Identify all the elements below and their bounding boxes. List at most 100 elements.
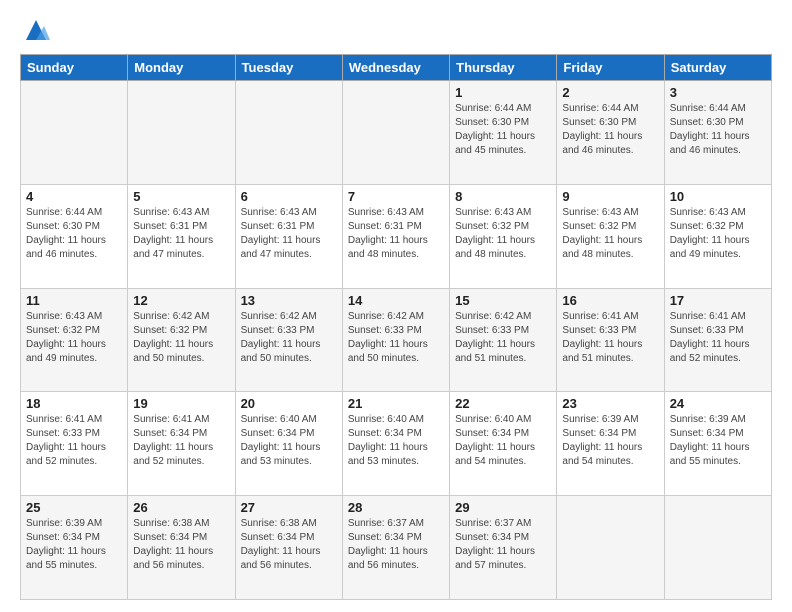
week-row-0: 1 Sunrise: 6:44 AM Sunset: 6:30 PM Daylig… — [21, 81, 772, 185]
day-header-friday: Friday — [557, 55, 664, 81]
day-number: 9 — [562, 189, 658, 204]
day-number: 25 — [26, 500, 122, 515]
day-info: Sunrise: 6:39 AM Sunset: 6:34 PM Dayligh… — [562, 413, 658, 469]
calendar-header: SundayMondayTuesdayWednesdayThursdayFrid… — [21, 55, 772, 81]
day-number: 28 — [348, 500, 444, 515]
week-row-3: 18Sunrise: 6:41 AM Sunset: 6:33 PM Dayli… — [21, 392, 772, 496]
day-number: 5 — [133, 189, 229, 204]
day-info: Sunrise: 6:41 AM Sunset: 6:33 PM Dayligh… — [562, 310, 658, 366]
calendar-cell — [235, 81, 342, 185]
page: SundayMondayTuesdayWednesdayThursdayFrid… — [0, 0, 792, 612]
week-row-1: 4Sunrise: 6:44 AM Sunset: 6:30 PM Daylig… — [21, 184, 772, 288]
day-header-sunday: Sunday — [21, 55, 128, 81]
calendar-cell — [21, 81, 128, 185]
day-number: 10 — [670, 189, 766, 204]
calendar-cell: 9Sunrise: 6:43 AM Sunset: 6:32 PM Daylig… — [557, 184, 664, 288]
day-number: 6 — [241, 189, 337, 204]
day-info: Sunrise: 6:42 AM Sunset: 6:33 PM Dayligh… — [348, 310, 444, 366]
day-info: Sunrise: 6:43 AM Sunset: 6:31 PM Dayligh… — [241, 206, 337, 262]
day-info: Sunrise: 6:44 AM Sunset: 6:30 PM Dayligh… — [670, 102, 766, 158]
calendar-cell: 24 Sunrise: 6:39 AM Sunset: 6:34 PM Dayli… — [664, 392, 771, 496]
day-info: Sunrise: 6:40 AM Sunset: 6:34 PM Dayligh… — [348, 413, 444, 469]
day-info: Sunrise: 6:43 AM Sunset: 6:32 PM Dayligh… — [670, 206, 766, 262]
day-number: 20 — [241, 396, 337, 411]
calendar-cell: 1Sunrise: 6:44 AM Sunset: 6:30 PM Daylig… — [450, 81, 557, 185]
calendar-cell: 27 Sunrise: 6:38 AM Sunset: 6:34 PM Dayli… — [235, 496, 342, 600]
day-info: Sunrise: 6:43 AM Sunset: 6:32 PM Dayligh… — [455, 206, 551, 262]
day-info: Sunrise: 6:40 AM Sunset: 6:34 PM Dayligh… — [455, 413, 551, 469]
calendar-cell: 29 Sunrise: 6:37 AM Sunset: 6:34 PM Dayli… — [450, 496, 557, 600]
week-row-2: 11Sunrise: 6:43 AM Sunset: 6:32 PM Dayli… — [21, 288, 772, 392]
calendar-cell: 2 Sunrise: 6:44 AM Sunset: 6:30 PM Daylig… — [557, 81, 664, 185]
day-info: Sunrise: 6:39 AM Sunset: 6:34 PM Dayligh… — [670, 413, 766, 469]
calendar-cell — [128, 81, 235, 185]
day-info: Sunrise: 6:38 AM Sunset: 6:34 PM Dayligh… — [241, 517, 337, 573]
day-info: Sunrise: 6:37 AM Sunset: 6:34 PM Dayligh… — [348, 517, 444, 573]
day-number: 13 — [241, 293, 337, 308]
calendar-cell: 16 Sunrise: 6:41 AM Sunset: 6:33 PM Dayli… — [557, 288, 664, 392]
calendar-cell: 11Sunrise: 6:43 AM Sunset: 6:32 PM Dayli… — [21, 288, 128, 392]
day-info: Sunrise: 6:44 AM Sunset: 6:30 PM Dayligh… — [26, 206, 122, 262]
calendar-cell: 22 Sunrise: 6:40 AM Sunset: 6:34 PM Dayli… — [450, 392, 557, 496]
day-number: 8 — [455, 189, 551, 204]
day-info: Sunrise: 6:37 AM Sunset: 6:34 PM Dayligh… — [455, 517, 551, 573]
calendar-table: SundayMondayTuesdayWednesdayThursdayFrid… — [20, 54, 772, 600]
calendar-cell: 7 Sunrise: 6:43 AM Sunset: 6:31 PM Daylig… — [342, 184, 449, 288]
day-number: 2 — [562, 85, 658, 100]
calendar-cell: 21 Sunrise: 6:40 AM Sunset: 6:34 PM Dayli… — [342, 392, 449, 496]
day-number: 22 — [455, 396, 551, 411]
day-number: 12 — [133, 293, 229, 308]
calendar-cell: 13 Sunrise: 6:42 AM Sunset: 6:33 PM Dayli… — [235, 288, 342, 392]
day-number: 27 — [241, 500, 337, 515]
day-number: 24 — [670, 396, 766, 411]
day-number: 11 — [26, 293, 122, 308]
day-info: Sunrise: 6:41 AM Sunset: 6:33 PM Dayligh… — [670, 310, 766, 366]
calendar-cell — [557, 496, 664, 600]
day-header-saturday: Saturday — [664, 55, 771, 81]
day-number: 21 — [348, 396, 444, 411]
calendar-cell: 18Sunrise: 6:41 AM Sunset: 6:33 PM Dayli… — [21, 392, 128, 496]
day-info: Sunrise: 6:38 AM Sunset: 6:34 PM Dayligh… — [133, 517, 229, 573]
day-info: Sunrise: 6:42 AM Sunset: 6:32 PM Dayligh… — [133, 310, 229, 366]
calendar-cell: 6 Sunrise: 6:43 AM Sunset: 6:31 PM Daylig… — [235, 184, 342, 288]
calendar-cell: 25 Sunrise: 6:39 AM Sunset: 6:34 PM Dayli… — [21, 496, 128, 600]
day-number: 7 — [348, 189, 444, 204]
calendar-cell: 3Sunrise: 6:44 AM Sunset: 6:30 PM Daylig… — [664, 81, 771, 185]
day-number: 16 — [562, 293, 658, 308]
day-header-tuesday: Tuesday — [235, 55, 342, 81]
calendar-cell: 10 Sunrise: 6:43 AM Sunset: 6:32 PM Dayli… — [664, 184, 771, 288]
calendar-cell: 28 Sunrise: 6:37 AM Sunset: 6:34 PM Dayli… — [342, 496, 449, 600]
calendar-cell: 5Sunrise: 6:43 AM Sunset: 6:31 PM Daylig… — [128, 184, 235, 288]
week-row-4: 25 Sunrise: 6:39 AM Sunset: 6:34 PM Dayli… — [21, 496, 772, 600]
header-row: SundayMondayTuesdayWednesdayThursdayFrid… — [21, 55, 772, 81]
calendar-body: 1 Sunrise: 6:44 AM Sunset: 6:30 PM Daylig… — [21, 81, 772, 600]
header — [20, 16, 772, 44]
day-info: Sunrise: 6:43 AM Sunset: 6:31 PM Dayligh… — [348, 206, 444, 262]
day-info: Sunrise: 6:44 AM Sunset: 6:30 PM Dayligh… — [562, 102, 658, 158]
calendar-cell: 26 Sunrise: 6:38 AM Sunset: 6:34 PM Dayli… — [128, 496, 235, 600]
day-info: Sunrise: 6:42 AM Sunset: 6:33 PM Dayligh… — [241, 310, 337, 366]
calendar-cell: 15Sunrise: 6:42 AM Sunset: 6:33 PM Dayli… — [450, 288, 557, 392]
logo — [20, 16, 50, 44]
day-number: 14 — [348, 293, 444, 308]
day-number: 17 — [670, 293, 766, 308]
calendar-cell: 17 Sunrise: 6:41 AM Sunset: 6:33 PM Dayli… — [664, 288, 771, 392]
day-number: 1 — [455, 85, 551, 100]
calendar-cell: 12 Sunrise: 6:42 AM Sunset: 6:32 PM Dayli… — [128, 288, 235, 392]
day-number: 15 — [455, 293, 551, 308]
calendar-cell: 20 Sunrise: 6:40 AM Sunset: 6:34 PM Dayli… — [235, 392, 342, 496]
day-info: Sunrise: 6:41 AM Sunset: 6:34 PM Dayligh… — [133, 413, 229, 469]
day-info: Sunrise: 6:40 AM Sunset: 6:34 PM Dayligh… — [241, 413, 337, 469]
calendar-cell: 23 Sunrise: 6:39 AM Sunset: 6:34 PM Dayli… — [557, 392, 664, 496]
day-number: 29 — [455, 500, 551, 515]
day-header-monday: Monday — [128, 55, 235, 81]
calendar-cell: 14 Sunrise: 6:42 AM Sunset: 6:33 PM Dayli… — [342, 288, 449, 392]
day-number: 23 — [562, 396, 658, 411]
calendar-cell — [342, 81, 449, 185]
day-number: 26 — [133, 500, 229, 515]
day-info: Sunrise: 6:39 AM Sunset: 6:34 PM Dayligh… — [26, 517, 122, 573]
calendar-cell: 4Sunrise: 6:44 AM Sunset: 6:30 PM Daylig… — [21, 184, 128, 288]
calendar-cell: 19Sunrise: 6:41 AM Sunset: 6:34 PM Dayli… — [128, 392, 235, 496]
logo-icon — [22, 16, 50, 44]
day-header-thursday: Thursday — [450, 55, 557, 81]
